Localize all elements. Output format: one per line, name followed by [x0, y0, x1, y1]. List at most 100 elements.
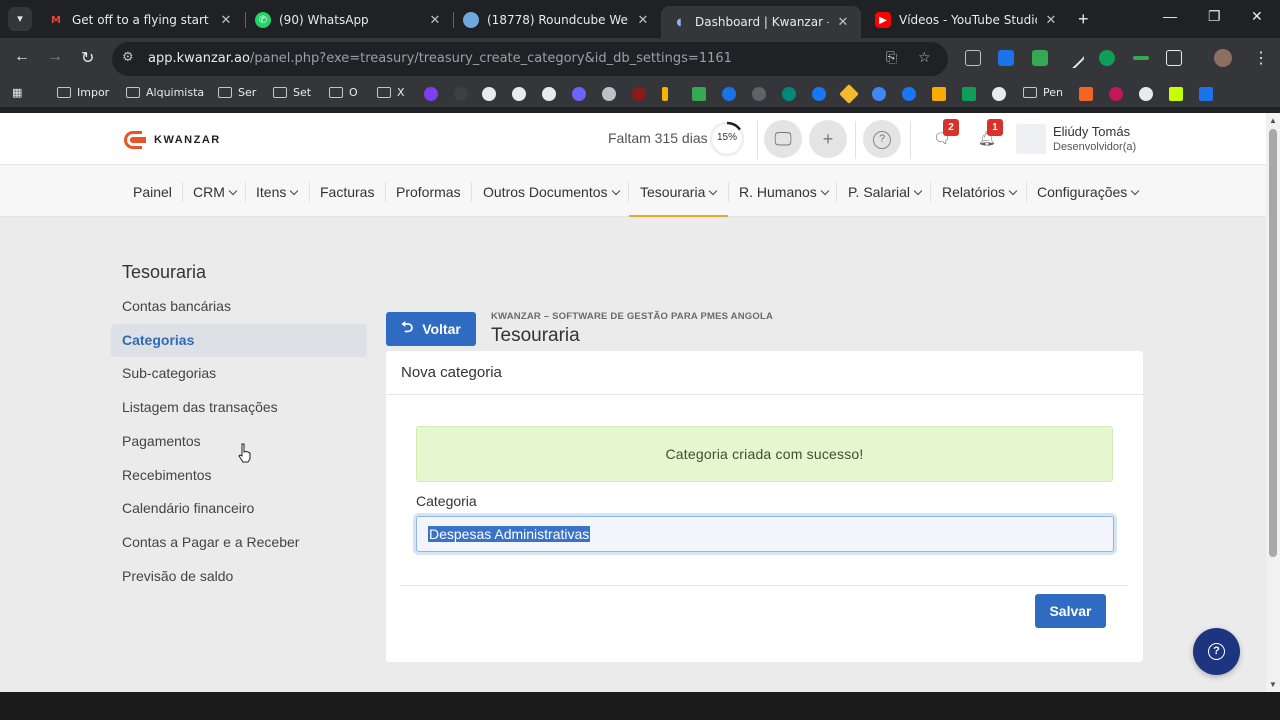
bookmark-favicon-icon[interactable] [482, 87, 496, 101]
url-text[interactable]: app.kwanzar.ao/panel.php?exe=treasury/tr… [148, 51, 732, 66]
help-chat-button[interactable]: ? [1193, 628, 1240, 675]
help-button[interactable]: ? [863, 120, 901, 158]
sidebar-item-contas-bancarias[interactable]: Contas bancárias [111, 290, 367, 323]
nav-item-facturas[interactable]: Facturas [320, 165, 374, 217]
site-info-icon[interactable]: ⚙ [122, 50, 134, 65]
bookmark-folder[interactable]: Impor [57, 86, 109, 99]
bookmark-favicon-icon[interactable] [782, 87, 796, 101]
nav-item-painel[interactable]: Painel [133, 165, 172, 217]
forward-arrow-icon[interactable]: → [47, 48, 63, 66]
close-icon[interactable]: ✕ [635, 13, 651, 28]
sidebar-item-calendario-financeiro[interactable]: Calendário financeiro [111, 492, 367, 525]
nav-item-crm[interactable]: CRM [193, 165, 238, 217]
tab-search-button[interactable]: ▾ [8, 7, 32, 31]
quick-add-button[interactable]: + [809, 120, 847, 158]
page-scrollbar[interactable]: ▲ ▼ [1266, 113, 1280, 692]
bookmark-favicon-icon[interactable] [932, 87, 946, 101]
bookmark-folder[interactable]: O [329, 86, 358, 99]
extension-pen-icon[interactable] [1062, 46, 1086, 70]
reload-icon[interactable]: ↻ [81, 48, 94, 68]
bookmark-favicon-icon[interactable] [902, 87, 916, 101]
nav-item-p-salarial[interactable]: P. Salarial [848, 165, 923, 217]
logo-text: KWANZAR [154, 134, 221, 146]
scroll-down-icon[interactable]: ▼ [1269, 680, 1277, 689]
extensions-puzzle-icon[interactable] [1166, 50, 1182, 66]
bookmark-folder[interactable]: Alquimista [126, 86, 204, 99]
extension-image-icon[interactable] [965, 50, 981, 66]
bookmark-folder[interactable]: Pen [1023, 86, 1063, 99]
bookmark-favicon-icon[interactable] [992, 87, 1006, 101]
profile-avatar-icon[interactable] [1214, 49, 1232, 67]
bookmark-favicon-icon[interactable] [752, 87, 766, 101]
nav-item-relatorios[interactable]: Relatórios [942, 165, 1018, 217]
bookmark-favicon-icon[interactable] [872, 87, 886, 101]
bookmark-favicon-icon[interactable] [1109, 87, 1123, 101]
scroll-up-icon[interactable]: ▲ [1269, 116, 1277, 125]
bookmark-favicon-icon[interactable] [812, 87, 826, 101]
sidebar-item-listagem-transacoes[interactable]: Listagem das transações [111, 391, 367, 424]
close-icon[interactable]: ✕ [1043, 13, 1059, 28]
restore-icon[interactable]: ❐ [1208, 8, 1221, 25]
sidebar-item-categorias[interactable]: Categorias [111, 324, 367, 357]
bookmark-favicon-icon[interactable] [1079, 87, 1093, 101]
extension-sheets-icon[interactable] [1032, 50, 1048, 66]
category-input[interactable]: Despesas Administrativas [416, 516, 1114, 552]
extension-flow-icon[interactable] [1133, 56, 1149, 60]
tab-whatsapp[interactable]: ✆ (90) WhatsApp ✕ [245, 4, 453, 36]
bookmark-star-icon[interactable]: ☆ [918, 50, 931, 66]
back-button[interactable]: ⮌ Voltar [386, 312, 476, 346]
bookmark-favicon-icon[interactable] [662, 87, 668, 101]
bookmark-favicon-icon[interactable] [692, 87, 706, 101]
translate-icon[interactable] [1199, 87, 1213, 101]
bookmark-favicon-icon[interactable] [454, 87, 468, 101]
install-app-icon[interactable]: ⎘ [886, 50, 897, 66]
tab-kwanzar-dashboard[interactable]: ◖ Dashboard | Kwanzar – Softw ✕ [661, 6, 861, 38]
sidebar-item-previsao-saldo[interactable]: Previsão de saldo [111, 560, 367, 593]
close-icon[interactable]: ✕ [218, 13, 234, 28]
google-drive-icon[interactable] [962, 87, 976, 101]
desktop-view-button[interactable]: 🖵 [764, 120, 802, 158]
sidebar-item-recebimentos[interactable]: Recebimentos [111, 459, 367, 492]
extension-evernote-icon[interactable] [1099, 50, 1115, 66]
bookmark-favicon-icon[interactable] [512, 87, 526, 101]
bookmark-favicon-icon[interactable] [542, 87, 556, 101]
nav-item-itens[interactable]: Itens [256, 165, 299, 217]
nav-item-tesouraria[interactable]: Tesouraria [629, 165, 728, 217]
tab-gmail[interactable]: M Get off to a flying start - gal ✕ [38, 4, 244, 36]
window-close-icon[interactable]: ✕ [1251, 8, 1263, 25]
bookmark-favicon-icon[interactable] [602, 87, 616, 101]
bookmark-favicon-icon[interactable] [632, 87, 646, 101]
bookmark-favicon-icon[interactable] [1169, 87, 1183, 101]
extension-s-icon[interactable] [998, 50, 1014, 66]
nav-item-configuracoes[interactable]: Configurações [1037, 165, 1140, 217]
bookmark-folder[interactable]: Ser [218, 86, 256, 99]
kwanzar-logo[interactable]: KWANZAR [124, 129, 221, 151]
address-bar[interactable]: ⚙ app.kwanzar.ao/panel.php?exe=treasury/… [112, 42, 948, 76]
sidebar-item-contas-pagar-receber[interactable]: Contas a Pagar e a Receber [111, 526, 367, 559]
bookmark-favicon-icon[interactable] [839, 84, 859, 104]
bookmark-favicon-icon[interactable] [722, 87, 736, 101]
sidebar-item-sub-categorias[interactable]: Sub-categorias [111, 357, 367, 390]
nav-item-proformas[interactable]: Proformas [396, 165, 461, 217]
new-tab-button[interactable]: + [1078, 9, 1089, 30]
avatar[interactable] [1016, 124, 1046, 154]
apps-grid-icon[interactable]: ▦ [12, 86, 22, 99]
close-icon[interactable]: ✕ [835, 15, 851, 30]
minimize-icon[interactable]: — [1163, 8, 1177, 24]
nav-item-outros-documentos[interactable]: Outros Documentos [483, 165, 620, 217]
menu-dots-icon[interactable]: ⋮ [1253, 48, 1269, 68]
bookmark-favicon-icon[interactable] [424, 87, 438, 101]
save-button[interactable]: Salvar [1035, 594, 1106, 628]
user-name[interactable]: Eliúdy Tomás [1053, 124, 1130, 139]
bookmark-folder[interactable]: X [377, 86, 405, 99]
tab-roundcube[interactable]: (18778) Roundcube Webmai ✕ [453, 4, 661, 36]
back-button-label: Voltar [422, 321, 461, 337]
bookmark-folder[interactable]: Set [273, 86, 311, 99]
scrollbar-thumb[interactable] [1269, 129, 1277, 557]
close-icon[interactable]: ✕ [427, 13, 443, 28]
tab-youtube-studio[interactable]: ▶ Vídeos - YouTube Studio ✕ [865, 4, 1069, 36]
google-icon[interactable] [1139, 87, 1153, 101]
bookmark-favicon-icon[interactable] [572, 87, 586, 101]
back-arrow-icon[interactable]: ← [14, 48, 30, 66]
nav-item-r-humanos[interactable]: R. Humanos [739, 165, 830, 217]
